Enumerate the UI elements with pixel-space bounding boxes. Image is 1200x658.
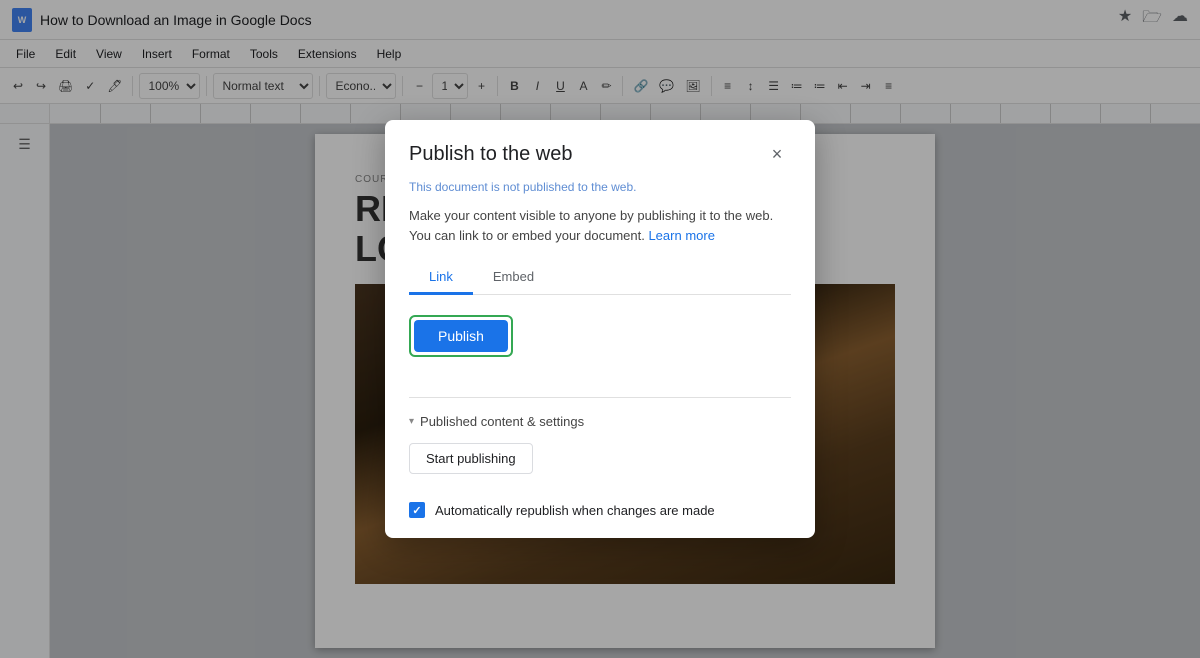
section-label-text: Published content & settings (420, 414, 584, 429)
dialog-tabs: Link Embed (409, 261, 791, 295)
auto-republish-row: ✓ Automatically republish when changes a… (409, 502, 791, 518)
publish-button[interactable]: Publish (414, 320, 508, 352)
learn-more-link[interactable]: Learn more (648, 228, 714, 243)
tab-link[interactable]: Link (409, 261, 473, 295)
doc-status: This document is not published to the we… (409, 180, 791, 194)
auto-republish-checkbox[interactable]: ✓ (409, 502, 425, 518)
dialog-header: Publish to the web × (385, 120, 815, 168)
auto-republish-label: Automatically republish when changes are… (435, 503, 715, 518)
checkbox-check-icon: ✓ (412, 504, 421, 517)
publish-button-wrapper: Publish (409, 315, 513, 357)
section-arrow: ▾ (409, 416, 414, 427)
publish-dialog: Publish to the web × This document is no… (385, 120, 815, 538)
dialog-divider (409, 397, 791, 398)
dialog-title: Publish to the web (409, 143, 572, 166)
dialog-body: This document is not published to the we… (385, 168, 815, 538)
modal-backdrop: Publish to the web × This document is no… (0, 0, 1200, 658)
close-button[interactable]: × (763, 140, 791, 168)
tab-embed[interactable]: Embed (473, 261, 554, 295)
published-content-section[interactable]: ▾ Published content & settings (409, 414, 791, 429)
start-publishing-button[interactable]: Start publishing (409, 443, 533, 474)
doc-description: Make your content visible to anyone by p… (409, 206, 791, 245)
